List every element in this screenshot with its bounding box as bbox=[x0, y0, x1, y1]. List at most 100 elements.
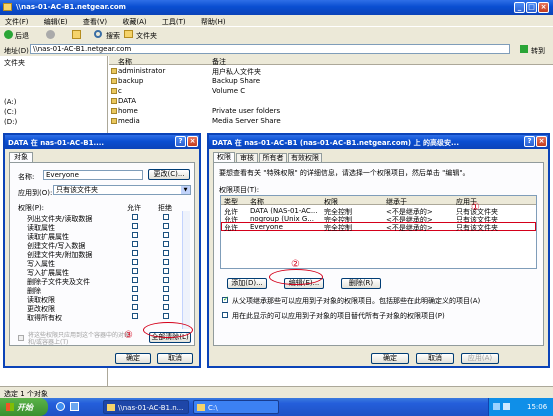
replace-child-checkbox[interactable] bbox=[222, 312, 228, 318]
deny-checkbox[interactable] bbox=[163, 286, 169, 292]
ok-button[interactable]: 确定 bbox=[371, 353, 409, 364]
deny-checkbox[interactable] bbox=[163, 304, 169, 310]
column-name[interactable]: 名称 bbox=[118, 57, 132, 67]
maximize-button[interactable]: □ bbox=[526, 2, 537, 13]
allow-checkbox[interactable] bbox=[132, 223, 138, 229]
folders-button-label[interactable]: 文件夹 bbox=[136, 31, 157, 41]
apply-button[interactable]: 应用(A) bbox=[461, 353, 499, 364]
close-button[interactable]: × bbox=[538, 2, 549, 13]
deny-checkbox[interactable] bbox=[163, 214, 169, 220]
deny-checkbox[interactable] bbox=[163, 259, 169, 265]
allow-checkbox[interactable] bbox=[132, 232, 138, 238]
column-name[interactable]: 名称 bbox=[250, 197, 264, 207]
menu-tools[interactable]: 工具(T) bbox=[162, 18, 186, 26]
tab-permissions[interactable]: 权限 bbox=[213, 152, 235, 162]
column-type[interactable]: 类型 bbox=[224, 197, 238, 207]
forward-icon[interactable] bbox=[46, 30, 55, 39]
allow-checkbox[interactable] bbox=[132, 304, 138, 310]
tab-object[interactable]: 对象 bbox=[9, 152, 33, 162]
network-icon[interactable] bbox=[493, 403, 500, 410]
explorer-titlebar[interactable]: \\nas-01-AC-B1.netgear.com _ □ × bbox=[0, 0, 553, 15]
permission-entry-titlebar[interactable]: DATA 在 nas-01-AC-B1.... ? × bbox=[5, 135, 199, 149]
taskbar-task2-label: C:\ bbox=[208, 404, 218, 412]
folder-icon bbox=[197, 404, 205, 411]
cancel-button[interactable]: 取消 bbox=[416, 353, 454, 364]
permission-list: 列出文件夹/读取数据 读取属性 读取扩展属性 创建文件/写入数据 创建文件夹/附… bbox=[15, 211, 190, 331]
drive-c[interactable]: (C:) bbox=[4, 108, 17, 116]
search-icon[interactable] bbox=[94, 30, 102, 38]
start-button[interactable]: 开始 bbox=[0, 398, 48, 416]
drive-d[interactable]: (D:) bbox=[4, 118, 17, 126]
go-icon[interactable] bbox=[520, 45, 528, 53]
deny-checkbox[interactable] bbox=[163, 250, 169, 256]
deny-checkbox[interactable] bbox=[163, 268, 169, 274]
inherit-checkbox[interactable]: ✓ bbox=[222, 295, 229, 303]
quicklaunch-desktop-icon[interactable] bbox=[70, 402, 79, 411]
menu-favorites[interactable]: 收藏(A) bbox=[122, 18, 146, 26]
quicklaunch-ie-icon[interactable] bbox=[56, 402, 65, 411]
address-input[interactable]: \\nas-01-AC-B1.netgear.com bbox=[30, 44, 510, 54]
clock[interactable]: 15:06 bbox=[527, 403, 547, 411]
deny-checkbox[interactable] bbox=[163, 277, 169, 283]
row-apply-to: 只有该文件夹 bbox=[456, 224, 498, 232]
allow-checkbox[interactable] bbox=[132, 286, 138, 292]
chevron-down-icon[interactable]: ▼ bbox=[181, 186, 190, 194]
column-description[interactable]: 备注 bbox=[212, 57, 226, 67]
advanced-security-dialog: DATA 在 nas-01-AC-B1 (nas-01-AC-B1.netgea… bbox=[207, 133, 550, 368]
back-button-label[interactable]: 后退 bbox=[15, 31, 29, 41]
deny-checkbox[interactable] bbox=[163, 313, 169, 319]
taskbar: 开始 \\nas-01-AC-B1.n... C:\ 15:06 bbox=[0, 398, 553, 416]
deny-checkbox[interactable] bbox=[163, 295, 169, 301]
close-button[interactable]: × bbox=[536, 136, 547, 147]
name-field: Everyone bbox=[43, 170, 143, 180]
close-button[interactable]: × bbox=[187, 136, 198, 147]
up-icon[interactable] bbox=[72, 30, 81, 39]
back-icon[interactable] bbox=[4, 30, 13, 39]
remove-button[interactable]: 删除(R) bbox=[341, 278, 381, 289]
windows-logo-icon bbox=[6, 403, 14, 411]
search-button-label[interactable]: 搜索 bbox=[106, 31, 120, 41]
marker-2-circle bbox=[269, 269, 323, 285]
deny-checkbox[interactable] bbox=[163, 241, 169, 247]
marker-2: ② bbox=[291, 259, 300, 270]
go-label[interactable]: 转到 bbox=[531, 46, 545, 56]
object-panel: 名称: Everyone 更改(C)... 应用到(O): 只有该文件夹 ▼ 权限… bbox=[9, 162, 195, 346]
deny-checkbox[interactable] bbox=[163, 232, 169, 238]
allow-checkbox[interactable] bbox=[132, 241, 138, 247]
allow-checkbox[interactable] bbox=[132, 277, 138, 283]
change-button[interactable]: 更改(C)... bbox=[148, 169, 190, 180]
column-inherited-from[interactable]: 继承于 bbox=[386, 197, 407, 207]
column-permission[interactable]: 权限 bbox=[324, 197, 338, 207]
taskbar-explorer-window[interactable]: \\nas-01-AC-B1.n... bbox=[103, 400, 189, 414]
replace-child-label: 用在此显示的可以应用到子对象的项目替代所有子对象的权限项目(P) bbox=[232, 312, 445, 320]
file-list-header: 名称 备注 bbox=[109, 56, 553, 67]
add-button[interactable]: 添加(D)... bbox=[227, 278, 267, 289]
apply-to-container-checkbox[interactable] bbox=[18, 335, 24, 341]
deny-checkbox[interactable] bbox=[163, 223, 169, 229]
volume-icon[interactable] bbox=[503, 403, 510, 410]
menu-view[interactable]: 查看(V) bbox=[83, 18, 107, 26]
allow-checkbox[interactable] bbox=[132, 214, 138, 220]
help-button[interactable]: ? bbox=[524, 136, 535, 147]
advanced-security-titlebar[interactable]: DATA 在 nas-01-AC-B1 (nas-01-AC-B1.netgea… bbox=[209, 135, 548, 149]
allow-checkbox[interactable] bbox=[132, 295, 138, 301]
allow-checkbox[interactable] bbox=[132, 268, 138, 274]
permission-items-label: 权限项目(T): bbox=[219, 186, 260, 194]
allow-checkbox[interactable] bbox=[132, 313, 138, 319]
folders-icon[interactable] bbox=[124, 30, 133, 38]
drive-a[interactable]: (A:) bbox=[4, 98, 17, 106]
ok-button[interactable]: 确定 bbox=[115, 353, 151, 364]
folder-icon bbox=[3, 3, 12, 11]
menu-file[interactable]: 文件(F) bbox=[5, 18, 29, 26]
menu-edit[interactable]: 编辑(E) bbox=[44, 18, 68, 26]
permission-scrollbar[interactable] bbox=[182, 211, 190, 329]
menu-help[interactable]: 帮助(H) bbox=[201, 18, 226, 26]
taskbar-c-drive-window[interactable]: C:\ bbox=[193, 400, 279, 414]
help-button[interactable]: ? bbox=[175, 136, 186, 147]
apply-to-select[interactable]: 只有该文件夹 ▼ bbox=[53, 185, 191, 195]
allow-checkbox[interactable] bbox=[132, 250, 138, 256]
cancel-button[interactable]: 取消 bbox=[157, 353, 193, 364]
allow-checkbox[interactable] bbox=[132, 259, 138, 265]
minimize-button[interactable]: _ bbox=[514, 2, 525, 13]
file-desc: Volume C bbox=[212, 87, 246, 95]
